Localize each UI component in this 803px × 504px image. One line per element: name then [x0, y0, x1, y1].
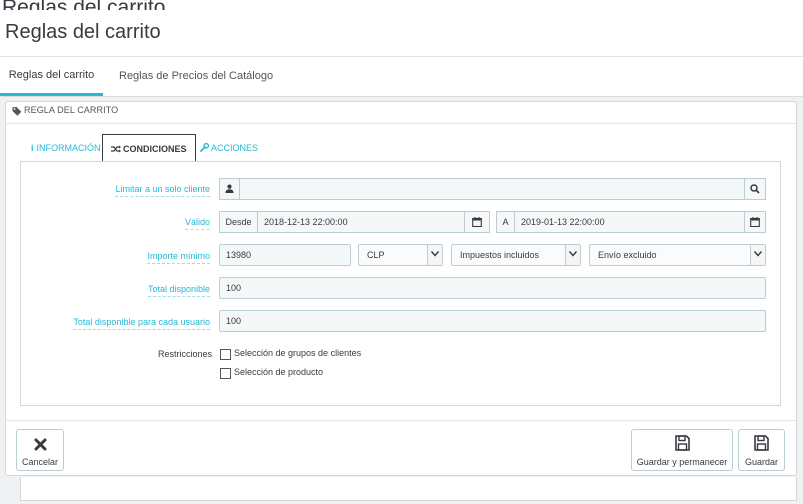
tab-catalog-price-rules[interactable]: Reglas de Precios del Catálogo — [119, 57, 273, 96]
valid-from-input[interactable]: 2018-12-13 22:00:00 — [257, 211, 465, 233]
customer-addon — [219, 178, 240, 200]
valid-to-addon: A — [496, 211, 515, 233]
page-title-ghost: Reglas del carrito — [2, 0, 165, 10]
calendar-icon — [472, 217, 482, 228]
product-selection-checkbox-label[interactable]: Selección de producto — [234, 367, 323, 377]
customer-search-button[interactable] — [744, 178, 766, 200]
chevron-down-icon — [565, 245, 580, 265]
valid-to-input[interactable]: 2019-01-13 22:00:00 — [514, 211, 745, 233]
subtab-informacion-label: INFORMACIÓN — [36, 143, 101, 153]
valid-to-calendar-button[interactable] — [744, 211, 766, 233]
save-button-label: Guardar — [744, 457, 779, 467]
save-button[interactable]: Guardar — [738, 429, 785, 471]
chevron-down-icon — [750, 245, 765, 265]
subtab-acciones-label: ACCIONES — [211, 143, 259, 153]
subtab-informacion[interactable]: i INFORMACIÓN — [31, 134, 101, 162]
currency-select[interactable]: CLP — [358, 244, 443, 266]
currency-select-value: CLP — [367, 250, 385, 260]
user-icon — [225, 184, 234, 193]
customer-group-checkbox[interactable] — [220, 349, 231, 360]
cancel-button-label: Cancelar — [21, 457, 59, 467]
save-icon — [754, 435, 769, 451]
tax-select[interactable]: Impuestos incluidos — [451, 244, 581, 266]
customer-group-checkbox-label[interactable]: Selección de grupos de clientes — [234, 348, 361, 358]
subtab-condiciones-label: CONDICIONES — [123, 144, 187, 154]
wrench-icon — [200, 142, 210, 152]
shipping-select-value: Envío excluido — [598, 250, 657, 260]
shipping-select[interactable]: Envío excluido — [589, 244, 766, 266]
product-selection-checkbox[interactable] — [220, 368, 231, 379]
panel-heading-title: REGLA DEL CARRITO — [24, 105, 119, 115]
total-available-input[interactable]: 100 — [219, 277, 766, 299]
total-per-user-label: Total disponible para cada usuario — [73, 317, 210, 330]
customer-input[interactable] — [239, 178, 745, 200]
minimum-amount-input[interactable]: 13980 — [219, 244, 351, 266]
subtab-condiciones[interactable]: CONDICIONES — [102, 134, 196, 163]
close-icon — [34, 438, 47, 451]
info-icon: i — [31, 143, 34, 153]
total-per-user-input[interactable]: 100 — [219, 310, 766, 332]
panel-heading — [6, 102, 796, 124]
next-panel-edge — [20, 477, 797, 501]
calendar-icon — [750, 217, 760, 228]
minimum-amount-label: Importe mínimo — [147, 251, 210, 264]
cancel-button[interactable]: Cancelar — [16, 429, 64, 471]
tab-cart-rules[interactable]: Reglas del carrito — [0, 57, 103, 96]
valid-from-addon: Desde — [219, 211, 258, 233]
search-icon — [750, 184, 760, 194]
save-icon — [675, 435, 690, 451]
tax-select-value: Impuestos incluidos — [460, 250, 540, 260]
page-title: Reglas del carrito — [5, 21, 161, 43]
customer-label: Limitar a un solo cliente — [115, 184, 210, 197]
valid-from-calendar-button[interactable] — [464, 211, 490, 233]
save-and-stay-button[interactable]: Guardar y permanecer — [631, 429, 733, 471]
subtab-acciones[interactable]: ACCIONES — [200, 134, 258, 162]
valid-label: Válido — [184, 217, 210, 230]
chevron-down-icon — [427, 245, 442, 265]
random-icon — [111, 145, 121, 153]
save-and-stay-button-label: Guardar y permanecer — [636, 457, 728, 467]
tag-icon — [12, 107, 22, 116]
total-available-label: Total disponible — [147, 284, 210, 297]
restrictions-label: Restricciones — [157, 349, 212, 359]
footer-divider — [6, 420, 796, 421]
